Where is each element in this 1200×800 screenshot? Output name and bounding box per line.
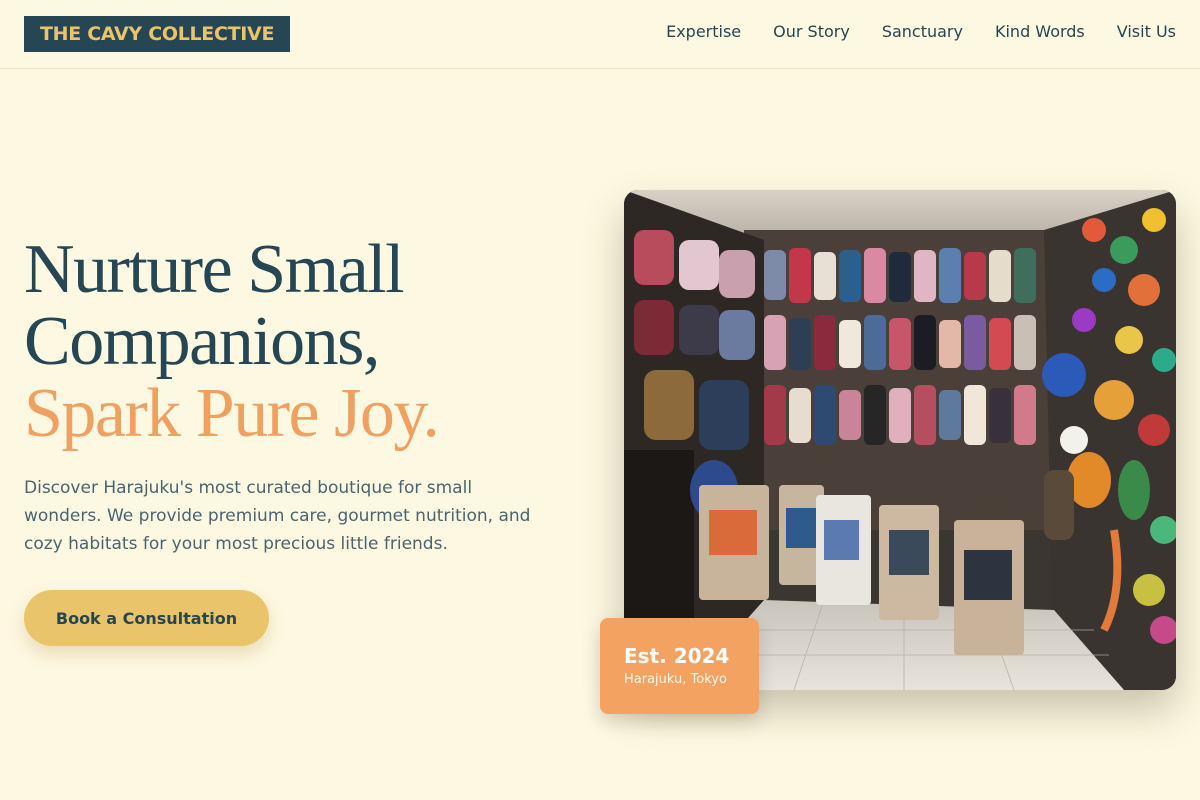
hero-title-accent: Spark Pure Joy. (24, 375, 440, 452)
established-year: Est. 2024 (624, 644, 730, 668)
nav-link-expertise[interactable]: Expertise (666, 21, 741, 43)
hero-title-line-1: Nurture Small (24, 231, 405, 308)
nav-link-visit-us[interactable]: Visit Us (1117, 21, 1176, 43)
nav-link-kind-words[interactable]: Kind Words (995, 21, 1085, 43)
hero-description: Discover Harajuku's most curated boutiqu… (24, 478, 531, 554)
pet-shop-photo (624, 190, 1176, 690)
brand-logo[interactable]: THE CAVY COLLECTIVE (24, 16, 291, 52)
established-badge: Est. 2024 Harajuku, Tokyo (600, 618, 759, 714)
book-consultation-button[interactable]: Book a Consultation (24, 590, 269, 646)
pet-shop-illustration (624, 190, 1176, 690)
nav-link-sanctuary[interactable]: Sanctuary (882, 21, 963, 43)
main-nav: Expertise Our Story Sanctuary Kind Words… (666, 21, 1176, 43)
established-location: Harajuku, Tokyo (624, 672, 727, 687)
hero-title: Nurture Small Companions, Spark Pure Joy… (24, 234, 584, 450)
top-navigation-bar: THE CAVY COLLECTIVE Expertise Our Story … (0, 0, 1200, 69)
nav-link-our-story[interactable]: Our Story (773, 21, 850, 43)
hero-title-line-2: Companions, (24, 303, 380, 380)
